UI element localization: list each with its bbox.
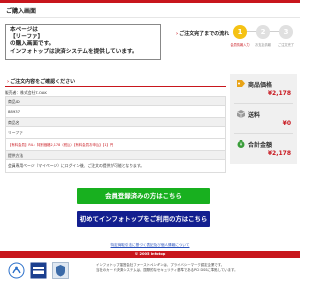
summary-price-label: 商品価格 (248, 82, 273, 89)
summary-total-row: ¥ 合計金額 ¥2,178 (230, 134, 297, 162)
step-3-indicator: 3 (279, 25, 293, 39)
summary-shipping-row: 送料 ¥0 (230, 104, 297, 132)
summary-shipping-value: ¥0 (282, 120, 291, 127)
summary-price-row: 商品価格 ¥2,178 (230, 74, 297, 102)
product-id-value: 88937 (6, 106, 225, 118)
summary-price-value: ¥2,178 (267, 90, 291, 97)
product-name-header: 商品名 (6, 118, 225, 127)
copyright-bar: © 2005 Infotop (0, 251, 300, 258)
order-table: 商品ID 88937 商品名 リーファ 【有料会員】RIL：特別価格2,178（… (5, 96, 226, 173)
price-summary: 商品価格 ¥2,178 送料 ¥0 ¥ 合計金額 ¥2,178 (230, 74, 297, 164)
delivery-value: 会員専用ページ（マイページ）にログイン後、ご注文の提供が可能となります。 (8, 163, 145, 168)
delivery-header: 提供方法 (6, 151, 225, 160)
price-tag-icon (237, 80, 245, 87)
page-title: ご購入画面 (6, 8, 37, 15)
section-divider (5, 86, 226, 87)
step-1-indicator: 1 (233, 25, 247, 39)
summary-total-label: 合計金額 (248, 142, 273, 149)
legal-info-link[interactable]: 特定商取引法に基づく表記及び個人情報について (0, 243, 300, 248)
chevron-right-icon: › (176, 31, 179, 37)
order-section-title-text: ご注文内容をご確認ください (10, 79, 76, 85)
notice-box: 本ページは 【リーファ】 の購入画面です。 インフォトップは決済システムを提供し… (5, 24, 161, 60)
security-seal-icon (52, 262, 69, 279)
certification-badges (8, 262, 88, 280)
new-user-button[interactable]: 初めてインフォトップをご利用の方はこちら (77, 211, 210, 227)
product-id-header: 商品ID (6, 97, 225, 106)
pci-dss-icon (30, 262, 47, 279)
progress-steps: 1 2 3 会員情報入力 お支払情報 ご注文完了 (229, 24, 297, 56)
flow-label: ›ご注文完了までの流れ (176, 30, 229, 37)
notice-line: の購入画面です。 (10, 41, 55, 48)
privacy-mark-icon (8, 262, 25, 279)
chevron-right-icon: › (7, 79, 10, 85)
money-bag-icon: ¥ (237, 140, 245, 148)
summary-shipping-label: 送料 (248, 112, 261, 119)
step-2-indicator: 2 (256, 25, 270, 39)
svg-text:¥: ¥ (240, 142, 243, 147)
step-3-label: ご注文完了 (278, 43, 294, 47)
price-note: 【有料会員】RIL：特別価格2,178（税込）【有料会員お申込】【1】円 (6, 139, 225, 151)
summary-total-value: ¥2,178 (267, 150, 291, 157)
notice-line: インフォトップは決済システムを提供しています。 (10, 48, 138, 55)
footer-text-line: 当社のカード決済システムは、国際的なセキュリティ基準であるPCI DSSに準拠し… (96, 267, 238, 272)
member-login-button[interactable]: 会員登録済みの方はこちら (77, 188, 210, 204)
top-accent-bar (0, 0, 300, 3)
box-icon (236, 110, 246, 118)
footer-description: インフォトップ運営会社ファーストペンギンは、プライバシーマーク認定企業です。 当… (96, 263, 296, 273)
flow-label-text: ご注文完了までの流れ (179, 31, 230, 37)
product-name-value: リーファ (6, 127, 225, 139)
title-divider (0, 17, 300, 18)
